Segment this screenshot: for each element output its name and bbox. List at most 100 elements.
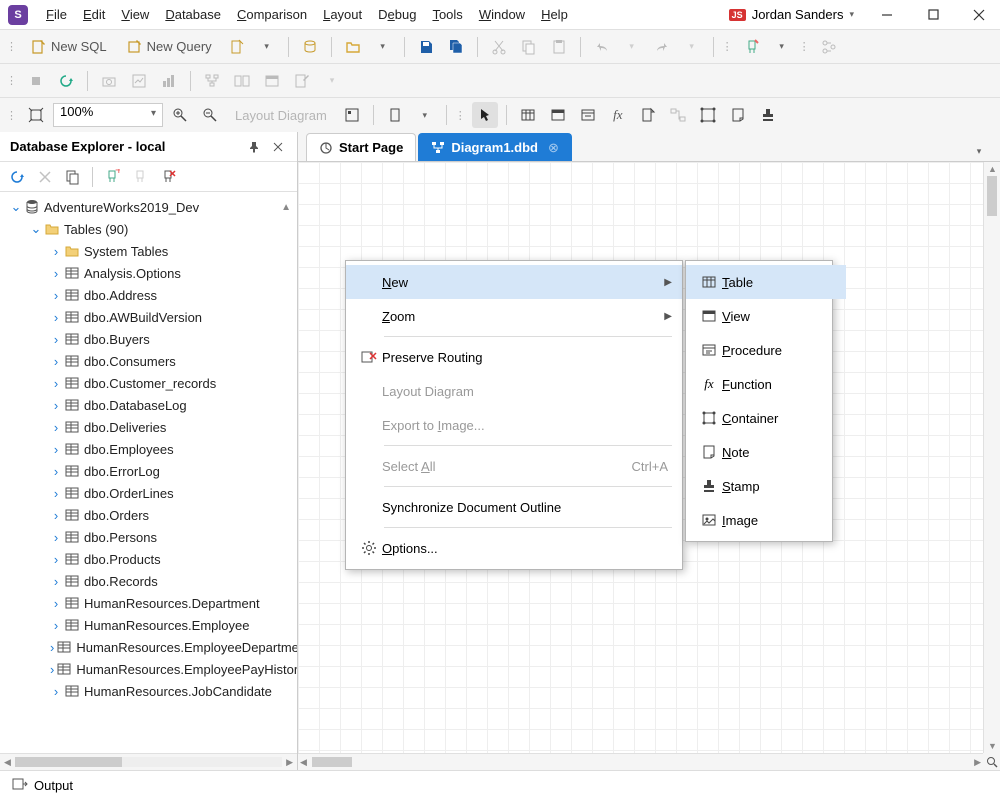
menu-comparison[interactable]: Comparison [229, 3, 315, 26]
menu-tools[interactable]: Tools [424, 3, 470, 26]
chevron-right-icon[interactable]: › [50, 553, 62, 565]
chart-button[interactable] [156, 68, 182, 94]
tree-table-item[interactable]: › dbo.Buyers [0, 328, 297, 350]
zoom-in-button[interactable] [167, 102, 193, 128]
chevron-right-icon[interactable]: › [50, 663, 54, 675]
cut-button[interactable] [486, 34, 512, 60]
plug-add-button[interactable] [739, 34, 765, 60]
tree[interactable]: ⌄ AdventureWorks2019_Dev ▲ ⌄ Tables (90)… [0, 192, 297, 753]
insert-note-button[interactable] [635, 102, 661, 128]
submenu-view[interactable]: View [686, 299, 846, 333]
chevron-right-icon[interactable]: › [50, 531, 62, 543]
grip-icon[interactable]: ⋮ [455, 109, 466, 122]
layout-diagram-button[interactable]: Layout Diagram [227, 102, 335, 128]
submenu-stamp[interactable]: Stamp [686, 469, 846, 503]
grip-icon[interactable]: ⋮ [6, 40, 17, 53]
chevron-right-icon[interactable]: › [50, 641, 54, 653]
submenu-image[interactable]: Image [686, 503, 846, 537]
chevron-right-icon[interactable]: › [50, 421, 62, 433]
tree-root[interactable]: ⌄ AdventureWorks2019_Dev ▲ [0, 196, 297, 218]
window-close-button[interactable] [966, 4, 992, 26]
redo-menu[interactable]: ▾ [679, 34, 705, 60]
chevron-right-icon[interactable]: › [50, 289, 62, 301]
close-icon[interactable]: ⊗ [548, 140, 559, 156]
tree-table-item[interactable]: › dbo.Deliveries [0, 416, 297, 438]
save-all-button[interactable] [443, 34, 469, 60]
tree-button[interactable] [199, 68, 225, 94]
tree-table-item[interactable]: › dbo.AWBuildVersion [0, 306, 297, 328]
scroll-up-arrow-icon[interactable]: ▲ [281, 202, 291, 213]
scrollbar-thumb[interactable] [987, 176, 997, 216]
chevron-right-icon[interactable]: › [50, 311, 62, 323]
refresh-button[interactable] [53, 68, 79, 94]
zoom-out-button[interactable] [197, 102, 223, 128]
chevron-right-icon[interactable]: › [50, 465, 62, 477]
scrollbar-thumb[interactable] [312, 757, 352, 767]
ctx-zoom[interactable]: Zoom ▶ [346, 299, 682, 333]
relation-button[interactable] [665, 102, 691, 128]
tree-table-item[interactable]: › dbo.DatabaseLog [0, 394, 297, 416]
insert-view-button[interactable] [545, 102, 571, 128]
tree-tables-node[interactable]: ⌄ Tables (90) [0, 218, 297, 240]
plug-icon[interactable] [127, 164, 153, 190]
save-diagram-button[interactable] [339, 102, 365, 128]
chevron-right-icon[interactable]: › [50, 377, 62, 389]
branch-button[interactable] [816, 34, 842, 60]
chevron-right-icon[interactable]: › [50, 487, 62, 499]
tree-table-item[interactable]: › dbo.Orders [0, 504, 297, 526]
page-button[interactable] [382, 102, 408, 128]
insert-func-button[interactable]: fx [605, 102, 631, 128]
tree-table-item[interactable]: › dbo.Persons [0, 526, 297, 548]
new-sql-button[interactable]: New SQL [23, 34, 115, 60]
tree-table-item[interactable]: › dbo.Consumers [0, 350, 297, 372]
tree-table-item[interactable]: › dbo.Products [0, 548, 297, 570]
tree-table-item[interactable]: › HumanResources.EmployeePayHistory [0, 658, 297, 680]
chevron-right-icon[interactable]: › [50, 399, 62, 411]
chevron-down-icon[interactable]: ⌄ [10, 201, 22, 213]
new-query-button[interactable]: New Query [119, 34, 220, 60]
chevron-right-icon[interactable]: › [50, 597, 62, 609]
submenu-table[interactable]: Table [686, 265, 846, 299]
chevron-right-icon[interactable]: › [50, 267, 62, 279]
delete-icon[interactable] [32, 164, 58, 190]
zoom-select[interactable]: 100% [53, 103, 163, 127]
submenu-container[interactable]: Container [686, 401, 846, 435]
tree-table-item[interactable]: › dbo.Address [0, 284, 297, 306]
compare-button[interactable] [229, 68, 255, 94]
submenu-procedure[interactable]: Procedure [686, 333, 846, 367]
tree-table-item[interactable]: › Analysis.Options [0, 262, 297, 284]
tree-table-item[interactable]: › dbo.ErrorLog [0, 460, 297, 482]
horizontal-scrollbar[interactable]: ◀ ▶ [298, 753, 983, 770]
undo-button[interactable] [589, 34, 615, 60]
submenu-function[interactable]: fx Function [686, 367, 846, 401]
tree-table-item[interactable]: › HumanResources.Employee [0, 614, 297, 636]
menu-file[interactable]: File [38, 3, 75, 26]
menu-debug[interactable]: Debug [370, 3, 424, 26]
pointer-tool-button[interactable] [472, 102, 498, 128]
new-connection-button[interactable] [297, 34, 323, 60]
tree-table-item[interactable]: › HumanResources.JobCandidate [0, 680, 297, 702]
chevron-right-icon[interactable]: › [50, 575, 62, 587]
stamp-button[interactable] [755, 102, 781, 128]
chevron-right-icon[interactable]: › [50, 509, 62, 521]
redo-button[interactable] [649, 34, 675, 60]
doc-pic-button[interactable] [126, 68, 152, 94]
chevron-right-icon[interactable]: › [50, 685, 62, 697]
new-doc-button[interactable] [224, 34, 250, 60]
tab-menu-button[interactable]: ▾ [966, 138, 992, 164]
user-badge[interactable]: JS Jordan Sanders ▾ [729, 7, 854, 22]
camera-button[interactable] [96, 68, 122, 94]
tab-start-page[interactable]: Start Page [306, 133, 416, 161]
chevron-right-icon[interactable]: › [50, 619, 62, 631]
horizontal-scrollbar[interactable]: ◀ ▶ [0, 753, 297, 770]
copy-button[interactable] [516, 34, 542, 60]
ctx-sync-outline[interactable]: Synchronize Document Outline [346, 490, 682, 524]
tree-system-tables[interactable]: › System Tables [0, 240, 297, 262]
chevron-right-icon[interactable]: › [50, 355, 62, 367]
tree-table-item[interactable]: › dbo.Customer_records [0, 372, 297, 394]
menu-help[interactable]: Help [533, 3, 576, 26]
chevron-right-icon[interactable]: › [50, 333, 62, 345]
tab-diagram[interactable]: Diagram1.dbd ⊗ [418, 133, 572, 161]
insert-proc-button[interactable] [575, 102, 601, 128]
chevron-right-icon[interactable]: › [50, 245, 62, 257]
